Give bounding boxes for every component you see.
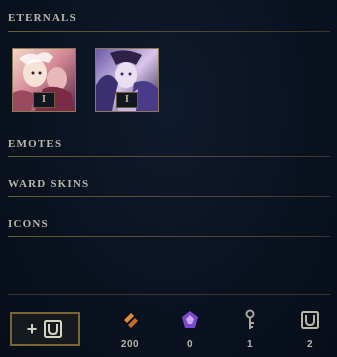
section-title-emotes: Emotes xyxy=(8,138,63,150)
footer-divider xyxy=(8,294,330,295)
mythic-essence-value: 0 xyxy=(186,339,194,350)
plus-icon: + xyxy=(26,319,38,339)
mythic-essence-wallet: 0 xyxy=(165,308,215,350)
key-wallet: 1 xyxy=(225,308,275,350)
chest-wallet: 2 xyxy=(285,308,335,350)
section-title-icons: Icons xyxy=(8,218,49,230)
mythic-essence-icon xyxy=(182,311,198,328)
orange-essence-value: 200 xyxy=(120,339,140,350)
orange-essence-icon xyxy=(124,313,138,328)
chest-icon xyxy=(301,311,319,329)
chest-value: 2 xyxy=(306,339,314,350)
eternal-tier-badge: I xyxy=(33,92,55,108)
section-title-ward-skins: Ward Skins xyxy=(8,178,90,190)
section-divider xyxy=(8,156,330,157)
key-icon xyxy=(245,309,255,329)
eternal-item[interactable]: I xyxy=(12,48,76,112)
section-divider xyxy=(8,196,330,197)
section-divider xyxy=(8,236,330,237)
eternal-item[interactable]: I xyxy=(95,48,159,112)
section-title-eternals: Eternals xyxy=(8,12,77,24)
orange-essence-wallet: 200 xyxy=(105,308,155,350)
eternal-tier-badge: I xyxy=(116,92,138,108)
key-value: 1 xyxy=(246,339,254,350)
add-loot-button[interactable]: + xyxy=(10,312,80,346)
loot-chest-icon xyxy=(44,320,63,338)
section-divider xyxy=(8,31,330,32)
